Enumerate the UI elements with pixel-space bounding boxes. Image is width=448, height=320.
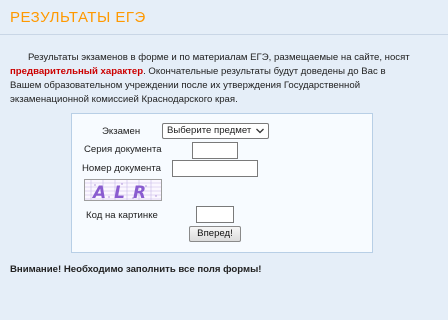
results-form: Экзамен Выберите предмет Серия документа… [71, 113, 373, 253]
captcha-image: ALR [84, 179, 162, 201]
title-divider [0, 34, 448, 35]
number-input[interactable] [172, 160, 258, 177]
exam-select-value: Выберите предмет [167, 125, 252, 136]
intro-paragraph: Результаты экзаменов в форме и по матери… [10, 51, 418, 107]
captcha-label: Код на картинке [86, 210, 158, 221]
captcha-text: ALR [91, 183, 154, 201]
intro-text-start: Результаты экзаменов в форме и по матери… [28, 52, 410, 63]
exam-select[interactable]: Выберите предмет [162, 123, 269, 139]
captcha-input[interactable] [196, 206, 234, 223]
submit-button[interactable]: Вперед! [189, 226, 241, 242]
page-title: РЕЗУЛЬТАТЫ ЕГЭ [10, 9, 146, 26]
chevron-down-icon [255, 124, 265, 138]
series-label: Серия документа [84, 144, 162, 155]
series-input[interactable] [192, 142, 238, 159]
number-label: Номер документа [82, 163, 161, 174]
page: РЕЗУЛЬТАТЫ ЕГЭ Результаты экзаменов в фо… [0, 0, 448, 320]
intro-highlight: предварительный характер [10, 66, 144, 77]
exam-label: Экзамен [102, 126, 141, 137]
warning-message: Внимание! Необходимо заполнить все поля … [10, 264, 262, 275]
